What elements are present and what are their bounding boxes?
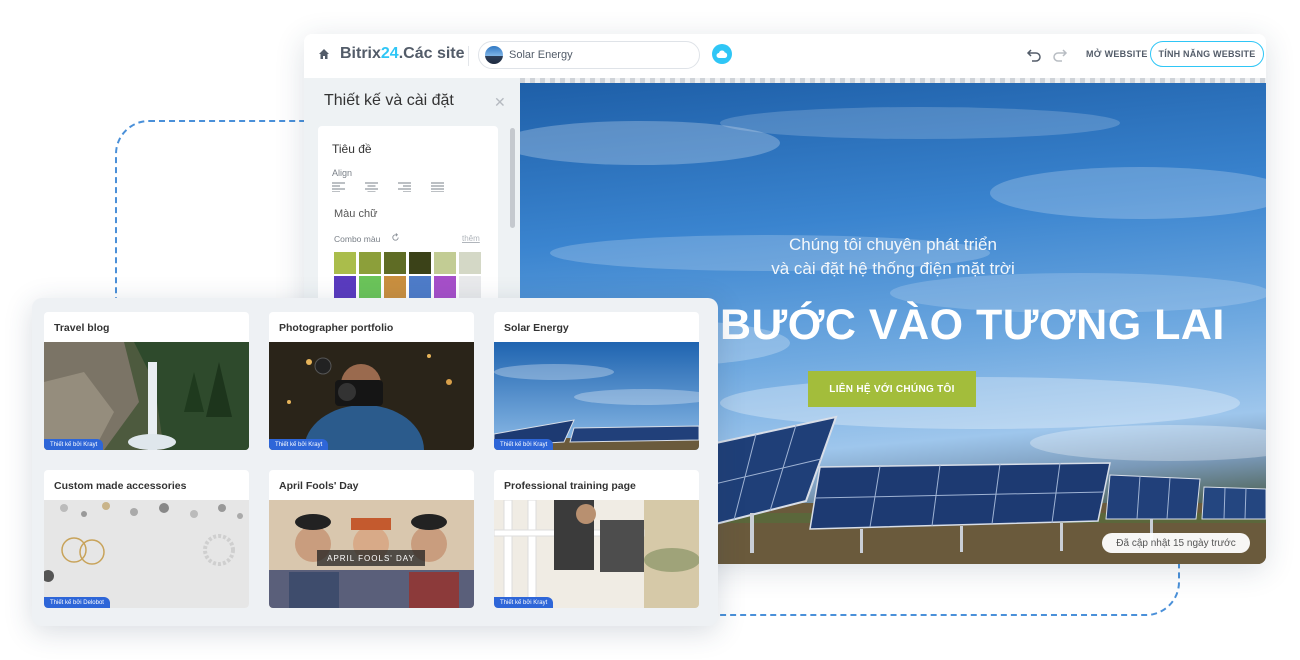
more-colors-link[interactable]: thêm [462,234,480,243]
template-preview-image: Thiết kế bởi Krayt [44,342,249,450]
color-swatch[interactable] [334,252,356,274]
color-swatch[interactable] [409,276,431,298]
template-author-badge: Thiết kế bởi Krayt [44,439,104,450]
template-card-custom-accessories[interactable]: Custom made accessories Thiết kế bởi Del… [44,470,249,608]
template-preview-image: Thiết kế bởi Krayt [494,342,699,450]
hero-subtitle-line2: và cài đặt hệ thống điện mặt trời [771,259,1015,278]
site-features-button[interactable]: TÍNH NĂNG WEBSITE [1150,41,1264,67]
color-swatch[interactable] [334,276,356,298]
template-preview-image: Thiết kế bởi Krayt [494,500,699,608]
hero-subtitle-line1: Chúng tôi chuyên phát triển [789,235,997,254]
color-swatch-grid [334,252,484,298]
template-card-april-fools[interactable]: April Fools' Day APRIL FOOLS' DAY [269,470,474,608]
color-swatch[interactable] [359,276,381,298]
align-label: Align [332,168,353,178]
dashed-connector-left [115,120,315,310]
template-title: Solar Energy [504,322,569,334]
reset-icon[interactable] [391,233,400,242]
last-updated-badge: Đã cập nhật 15 ngày trước [1102,533,1250,553]
template-gallery: Travel blog Thiết kế bởi Krayt Photograp… [32,298,718,626]
color-swatch[interactable] [384,276,406,298]
template-preview-image: Thiết kế bởi Delobot [44,500,249,608]
panel-scrollbar[interactable] [510,128,515,228]
template-preview-image: APRIL FOOLS' DAY [269,500,474,608]
color-swatch[interactable] [434,276,456,298]
template-title: Professional training page [504,480,636,492]
template-card-professional-training[interactable]: Professional training page Thiết kế bởi … [494,470,699,608]
open-website-link[interactable]: MỞ WEBSITE [1086,49,1148,59]
template-card-travel-blog[interactable]: Travel blog Thiết kế bởi Krayt [44,312,249,450]
color-swatch[interactable] [434,252,456,274]
text-color-label: Màu chữ [334,208,378,220]
brand-number: 24 [380,45,399,62]
template-card-photographer-portfolio[interactable]: Photographer portfolio Thiết kế bởi Kray… [269,312,474,450]
align-justify-icon[interactable] [431,182,444,192]
color-swatch[interactable] [359,252,381,274]
template-title: Photographer portfolio [279,322,394,334]
template-author-badge: Thiết kế bởi Krayt [269,439,329,450]
template-author-badge: Thiết kế bởi Delobot [44,597,110,608]
align-options [332,182,452,194]
landing-showcase: Bitrix24.Các site Solar Energy MỞ WEBSIT… [0,0,1300,660]
redo-icon[interactable] [1052,46,1068,64]
field-title-label: Tiêu đề [332,142,372,156]
color-swatch[interactable] [384,252,406,274]
site-thumbnail [485,46,503,64]
contact-us-button[interactable]: LIÊN HỆ VỚI CHÚNG TÔI [808,371,976,407]
editor-topbar: Bitrix24.Các site Solar Energy MỞ WEBSIT… [304,34,1266,78]
dashed-connector-bottom [650,560,1180,616]
cloud-icon[interactable] [712,44,732,64]
hero-title: BƯỚC VÀO TƯƠNG LAI [720,301,1225,349]
brand-prefix: Bitrix [340,45,381,62]
close-icon[interactable]: ✕ [494,94,506,111]
template-author-badge: Thiết kế bởi Krayt [494,439,554,450]
color-swatch[interactable] [459,252,481,274]
template-title: Custom made accessories [54,480,187,492]
template-card-solar-energy[interactable]: Solar Energy Thiết kế bởi Krayt [494,312,699,450]
template-preview-image: Thiết kế bởi Krayt [269,342,474,450]
brand-suffix: .Các site [398,45,465,62]
undo-icon[interactable] [1026,46,1042,64]
site-selector[interactable]: Solar Energy [478,41,700,69]
color-swatch[interactable] [459,276,481,298]
align-right-icon[interactable] [398,182,411,192]
template-title: April Fools' Day [279,480,359,492]
color-swatch[interactable] [409,252,431,274]
template-author-badge: Thiết kế bởi Krayt [494,597,554,608]
align-center-icon[interactable] [365,182,378,192]
align-left-icon[interactable] [332,182,345,192]
april-fools-sign: APRIL FOOLS' DAY [327,553,415,563]
template-title: Travel blog [54,322,110,334]
panel-title: Thiết kế và cài đặt [324,92,454,109]
site-selector-label: Solar Energy [509,49,573,61]
color-combo-label: Combo màu [334,234,381,244]
brand-logo[interactable]: Bitrix24.Các site [340,45,465,63]
topbar-divider [468,46,469,66]
home-icon[interactable] [318,48,330,60]
